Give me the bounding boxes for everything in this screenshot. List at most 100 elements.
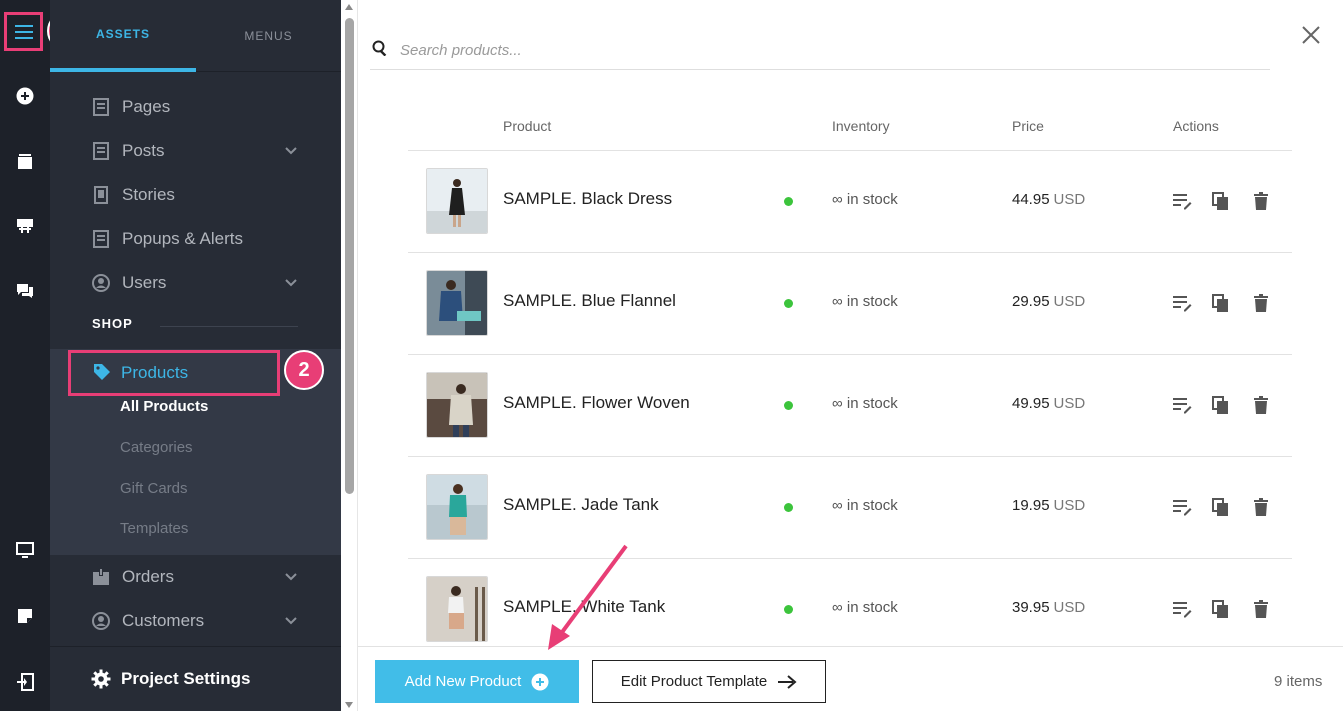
page-icon xyxy=(93,98,109,116)
table-row[interactable]: SAMPLE. White Tank ∞ in stock 39.95 USD xyxy=(408,558,1292,660)
sidebar-tabs: ASSETS MENUS xyxy=(50,0,341,72)
product-price: 39.95 USD xyxy=(1012,599,1086,616)
trash-icon[interactable] xyxy=(1251,395,1271,415)
stock-status: ∞ in stock xyxy=(832,497,898,514)
column-header-price: Price xyxy=(1012,118,1044,134)
add-new-product-button[interactable]: Add New Product xyxy=(375,660,579,703)
in-stock-indicator xyxy=(784,197,793,206)
duplicate-icon[interactable] xyxy=(1211,293,1231,313)
product-name[interactable]: SAMPLE. Flower Woven xyxy=(503,393,690,413)
duplicate-icon[interactable] xyxy=(1211,599,1231,619)
sidebar-item-pages[interactable]: Pages xyxy=(50,85,341,129)
trash-icon[interactable] xyxy=(1251,293,1271,313)
product-name[interactable]: SAMPLE. Blue Flannel xyxy=(503,291,676,311)
in-stock-indicator xyxy=(784,503,793,512)
trash-icon[interactable] xyxy=(1251,599,1271,619)
product-thumbnail xyxy=(426,576,488,642)
sidebar-item-popups[interactable]: Popups & Alerts xyxy=(50,217,341,261)
subnav-templates[interactable]: Templates xyxy=(120,520,188,537)
note-icon xyxy=(18,609,32,623)
edit-icon[interactable] xyxy=(1172,191,1192,211)
blocks-icon xyxy=(17,219,33,233)
sidebar-item-label: Pages xyxy=(122,97,171,116)
app-root: 1 xyxy=(0,0,1343,711)
scroll-thumb[interactable] xyxy=(345,18,354,494)
table-row[interactable]: SAMPLE. Jade Tank ∞ in stock 19.95 USD xyxy=(408,456,1292,558)
blocks-button[interactable] xyxy=(0,206,50,246)
in-stock-indicator xyxy=(784,605,793,614)
chevron-down-icon xyxy=(285,279,297,287)
table-row[interactable]: SAMPLE. Flower Woven ∞ in stock 49.95 USD xyxy=(408,354,1292,456)
sidebar-item-label: Posts xyxy=(122,141,165,160)
duplicate-icon[interactable] xyxy=(1211,395,1231,415)
comments-button[interactable] xyxy=(0,271,50,311)
sidebar-scrollbar[interactable] xyxy=(341,0,358,711)
edit-icon[interactable] xyxy=(1172,497,1192,517)
trash-icon[interactable] xyxy=(1251,497,1271,517)
column-header-product: Product xyxy=(503,118,552,134)
plus-circle-icon xyxy=(531,673,549,690)
column-header-inventory: Inventory xyxy=(832,118,890,134)
tag-icon xyxy=(94,364,110,380)
sidebar-item-orders[interactable]: Orders xyxy=(50,555,341,599)
user-icon xyxy=(92,612,110,630)
sidebar-item-products[interactable]: Products xyxy=(68,350,280,396)
search-input[interactable] xyxy=(400,36,1200,64)
duplicate-icon[interactable] xyxy=(1211,191,1231,211)
stock-status: ∞ in stock xyxy=(832,293,898,310)
subnav-gift-cards[interactable]: Gift Cards xyxy=(120,480,188,497)
product-name[interactable]: SAMPLE. White Tank xyxy=(503,597,665,617)
hamburger-icon xyxy=(14,24,33,39)
product-price: 49.95 USD xyxy=(1012,395,1086,412)
sidebar-item-customers[interactable]: Customers xyxy=(50,599,341,643)
sidebar-item-stories[interactable]: Stories xyxy=(50,173,341,217)
monitor-icon xyxy=(16,542,34,558)
tab-menus[interactable]: MENUS xyxy=(196,0,341,72)
popup-icon xyxy=(93,230,109,248)
pages-button[interactable] xyxy=(0,141,50,181)
table-row[interactable]: SAMPLE. Blue Flannel ∞ in stock 29.95 USD xyxy=(408,252,1292,354)
product-price: 29.95 USD xyxy=(1012,293,1086,310)
add-button[interactable] xyxy=(0,76,50,116)
edit-product-template-label: Edit Product Template xyxy=(620,673,768,690)
table-row[interactable]: SAMPLE. Black Dress ∞ in stock 44.95 USD xyxy=(408,150,1292,252)
sidebar-item-posts[interactable]: Posts xyxy=(50,129,341,173)
tab-assets[interactable]: ASSETS xyxy=(50,0,196,72)
scroll-down-arrow[interactable] xyxy=(345,702,353,708)
trash-icon[interactable] xyxy=(1251,191,1271,211)
chevron-down-icon xyxy=(285,147,297,155)
box-icon xyxy=(93,569,109,585)
in-stock-indicator xyxy=(784,299,793,308)
exit-icon xyxy=(17,673,34,691)
edit-icon[interactable] xyxy=(1172,395,1192,415)
sidebar-item-users[interactable]: Users xyxy=(50,261,341,305)
chevron-down-icon xyxy=(285,573,297,581)
close-icon[interactable] xyxy=(1300,24,1322,46)
add-new-product-label: Add New Product xyxy=(404,673,522,690)
notes-button[interactable] xyxy=(0,596,50,636)
stock-status: ∞ in stock xyxy=(832,191,898,208)
exit-button[interactable] xyxy=(0,662,50,702)
sidebar-item-label: Users xyxy=(122,273,167,292)
user-icon xyxy=(92,274,110,292)
sidebar-item-label: Popups & Alerts xyxy=(122,229,243,248)
story-icon xyxy=(94,186,108,204)
edit-icon[interactable] xyxy=(1172,599,1192,619)
post-icon xyxy=(93,142,109,160)
preview-button[interactable] xyxy=(0,530,50,570)
subnav-categories[interactable]: Categories xyxy=(120,439,193,456)
edit-icon[interactable] xyxy=(1172,293,1192,313)
project-settings-button[interactable]: Project Settings xyxy=(50,658,341,702)
comments-icon xyxy=(17,284,33,298)
shop-heading: SHOP xyxy=(92,316,133,331)
product-name[interactable]: SAMPLE. Jade Tank xyxy=(503,495,659,515)
sidebar-item-label: Customers xyxy=(122,611,205,630)
scroll-up-arrow[interactable] xyxy=(345,4,353,10)
sidebar-item-label: Orders xyxy=(122,567,174,586)
product-name[interactable]: SAMPLE. Black Dress xyxy=(503,189,672,209)
add-icon xyxy=(16,87,34,105)
menu-toggle-button[interactable] xyxy=(4,12,43,51)
edit-product-template-button[interactable]: Edit Product Template xyxy=(592,660,826,703)
duplicate-icon[interactable] xyxy=(1211,497,1231,517)
subnav-all-products[interactable]: All Products xyxy=(120,398,208,415)
